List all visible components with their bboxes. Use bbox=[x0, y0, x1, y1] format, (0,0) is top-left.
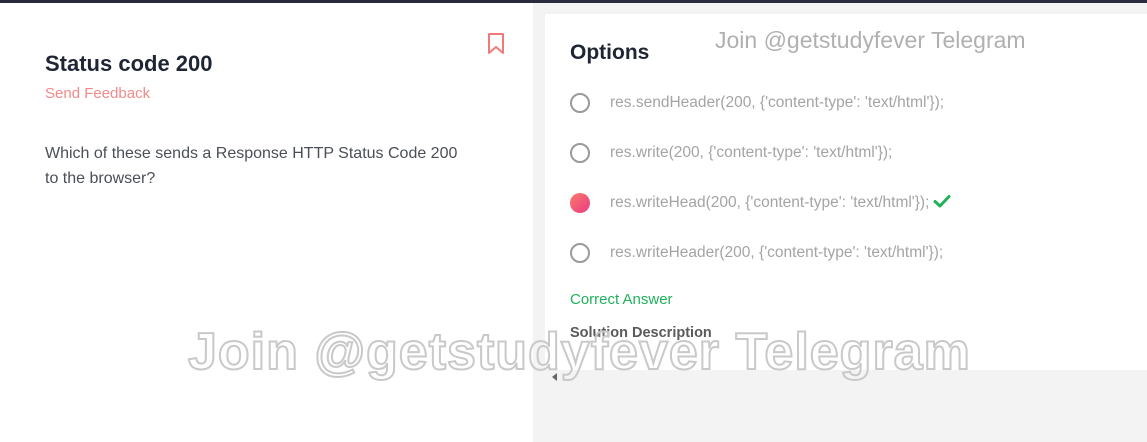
send-feedback-link[interactable]: Send Feedback bbox=[45, 85, 150, 102]
option-text: res.write(200, {'content-type': 'text/ht… bbox=[610, 144, 893, 161]
option-2[interactable]: res.write(200, {'content-type': 'text/ht… bbox=[570, 142, 1130, 168]
correct-answer-label: Correct Answer bbox=[570, 291, 673, 308]
question-title: Status code 200 bbox=[45, 51, 213, 76]
option-4[interactable]: res.writeHeader(200, {'content-type': 't… bbox=[570, 242, 1130, 268]
solution-description-heading: Solution Description bbox=[570, 325, 712, 341]
options-title: Options bbox=[570, 41, 650, 64]
option-3[interactable]: res.writeHead(200, {'content-type': 'tex… bbox=[570, 192, 1130, 218]
watermark-text: Join @getstudyfever Telegram bbox=[715, 27, 1026, 53]
option-text: res.writeHeader(200, {'content-type': 't… bbox=[610, 244, 944, 261]
options-panel: Options Join @getstudyfever Telegram res… bbox=[545, 14, 1147, 370]
scroll-left-icon[interactable] bbox=[552, 373, 557, 381]
radio-button-selected[interactable] bbox=[570, 193, 590, 213]
option-text: res.sendHeader(200, {'content-type': 'te… bbox=[610, 94, 945, 111]
horizontal-scrollbar[interactable] bbox=[545, 370, 1147, 442]
radio-button[interactable] bbox=[570, 93, 590, 113]
bookmark-icon[interactable] bbox=[486, 32, 506, 56]
check-icon bbox=[933, 195, 951, 208]
question-text: Which of these sends a Response HTTP Sta… bbox=[45, 145, 458, 187]
radio-button[interactable] bbox=[570, 243, 590, 263]
question-panel: Status code 200 Send Feedback Which of t… bbox=[0, 3, 533, 442]
option-text: res.writeHead(200, {'content-type': 'tex… bbox=[610, 194, 930, 211]
option-text-wrap: res.writeHead(200, {'content-type': 'tex… bbox=[610, 194, 951, 212]
radio-button[interactable] bbox=[570, 143, 590, 163]
option-1[interactable]: res.sendHeader(200, {'content-type': 'te… bbox=[570, 92, 1130, 118]
